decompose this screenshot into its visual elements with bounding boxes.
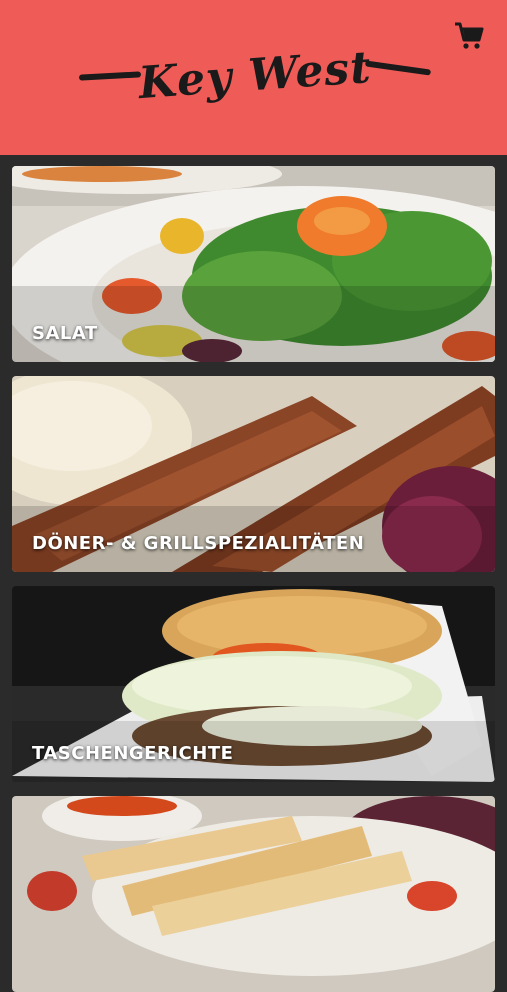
spring-rolls-image [12,796,495,992]
app-header: Key West [0,0,507,155]
category-card-taschengerichte[interactable]: TASCHENGERICHTE [12,586,495,782]
category-label: SALAT [32,323,98,344]
category-card-salat[interactable]: SALAT [12,166,495,362]
category-label: TASCHENGERICHTE [32,743,234,764]
shopping-cart-icon[interactable] [452,18,486,52]
key-west-logo[interactable]: Key West [75,25,435,125]
category-card-rolls[interactable] [12,796,495,992]
category-label: DÖNER- & GRILLSPEZIALITÄTEN [32,533,365,554]
category-card-doener-grill[interactable]: DÖNER- & GRILLSPEZIALITÄTEN [12,376,495,572]
logo-text: Key West [136,41,374,109]
